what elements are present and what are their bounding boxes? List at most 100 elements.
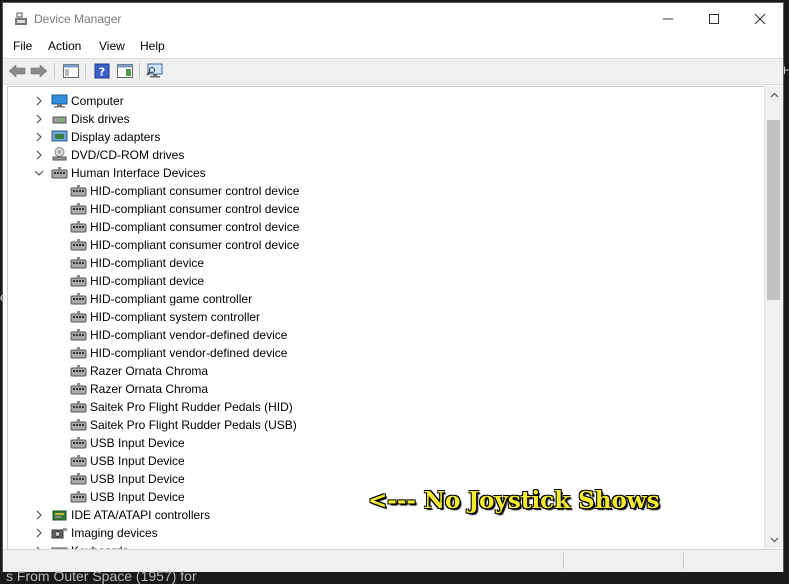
maximize-button[interactable] <box>691 3 737 35</box>
computer-icon <box>51 94 68 108</box>
tree-item-hid-device[interactable]: HID-compliant system controller <box>8 308 765 326</box>
hid-device-icon <box>70 400 87 414</box>
hid-device-icon <box>70 382 87 396</box>
chevron-down-icon[interactable] <box>34 168 44 178</box>
properties-view-icon <box>63 64 79 78</box>
minimize-icon <box>663 18 673 20</box>
scan-hardware-button[interactable] <box>145 62 165 80</box>
tree-item-display-adapters[interactable]: Display adapters <box>8 128 765 146</box>
chevron-down-icon <box>770 537 778 542</box>
tree-item-label: USB Input Device <box>90 436 185 450</box>
tree-item-hid-device[interactable]: USB Input Device <box>8 434 765 452</box>
scroll-down-button[interactable] <box>765 531 783 548</box>
tree-item-hid-device[interactable]: Saitek Pro Flight Rudder Pedals (USB) <box>8 416 765 434</box>
tree-item-hid-device[interactable]: HID-compliant game controller <box>8 290 765 308</box>
tree-item-dvd-drives[interactable]: DVD/CD-ROM drives <box>8 146 765 164</box>
tree-item-hid-device[interactable]: HID-compliant device <box>8 272 765 290</box>
toolbar: ? <box>3 58 783 85</box>
hid-device-icon <box>70 238 87 252</box>
forward-button[interactable] <box>29 62 49 80</box>
toolbar-separator <box>85 63 86 79</box>
chevron-right-icon[interactable] <box>34 150 44 160</box>
chevron-right-icon[interactable] <box>34 510 44 520</box>
tree-item-hid-device[interactable]: Razer Ornata Chroma <box>8 380 765 398</box>
tree-item-label: HID-compliant device <box>90 256 205 270</box>
tree-item-hid-device[interactable]: USB Input Device <box>8 452 765 470</box>
tree-item-hid-device[interactable]: HID-compliant vendor-defined device <box>8 326 765 344</box>
status-separator <box>563 553 564 569</box>
maximize-icon <box>709 14 719 24</box>
tree-item-imaging-devices[interactable]: Imaging devices <box>8 524 765 542</box>
tree-item-disk-drives[interactable]: Disk drives <box>8 110 765 128</box>
details-view-icon <box>117 64 133 78</box>
chevron-up-icon <box>770 92 778 97</box>
menu-bar: File Action View Help <box>3 35 783 57</box>
tree-item-human-interface-devices[interactable]: Human Interface Devices <box>8 164 765 182</box>
tree-item-label: Display adapters <box>71 130 161 144</box>
device-tree[interactable]: Computer Disk drives Display adapters DV… <box>7 86 765 550</box>
tree-item-label: DVD/CD-ROM drives <box>71 148 185 162</box>
vertical-scrollbar[interactable] <box>764 86 783 548</box>
tree-item-label: HID-compliant system controller <box>90 310 261 324</box>
tree-item-hid-device[interactable]: HID-compliant device <box>8 254 765 272</box>
tree-item-label: Disk drives <box>71 112 130 126</box>
scroll-up-button[interactable] <box>765 86 783 103</box>
menu-action[interactable]: Action <box>48 39 81 53</box>
chevron-right-icon[interactable] <box>34 96 44 106</box>
hid-device-icon <box>70 472 87 486</box>
hid-device-icon <box>70 256 87 270</box>
chevron-right-icon[interactable] <box>34 132 44 142</box>
svg-text:?: ? <box>99 66 105 79</box>
hid-device-icon <box>70 220 87 234</box>
tree-item-label: HID-compliant consumer control device <box>90 202 300 216</box>
hid-device-icon <box>70 418 87 432</box>
tree-item-computer[interactable]: Computer <box>8 92 765 110</box>
tree-item-label: HID-compliant vendor-defined device <box>90 346 288 360</box>
tree-item-label: Human Interface Devices <box>71 166 206 180</box>
tree-item-hid-device[interactable]: HID-compliant consumer control device <box>8 236 765 254</box>
scroll-thumb[interactable] <box>767 120 780 300</box>
tree-item-hid-device[interactable]: HID-compliant consumer control device <box>8 218 765 236</box>
tree-item-hid-device[interactable]: Razer Ornata Chroma <box>8 362 765 380</box>
device-manager-window: Device Manager File Action View Help ? C… <box>2 2 784 572</box>
chevron-right-icon[interactable] <box>34 528 44 538</box>
tree-item-label: HID-compliant consumer control device <box>90 238 300 252</box>
close-button[interactable] <box>737 3 783 35</box>
tree-item-label: Computer <box>71 94 124 108</box>
menu-help[interactable]: Help <box>140 39 165 53</box>
tree-item-hid-device[interactable]: Saitek Pro Flight Rudder Pedals (HID) <box>8 398 765 416</box>
tree-item-label: Razer Ornata Chroma <box>90 382 209 396</box>
show-hide-console-tree-button[interactable] <box>61 62 81 80</box>
tree-item-label: Saitek Pro Flight Rudder Pedals (USB) <box>90 418 297 432</box>
minimize-button[interactable] <box>645 3 691 35</box>
help-icon: ? <box>94 63 110 79</box>
title-bar[interactable]: Device Manager <box>3 3 783 35</box>
background-text-fragment: s From Outer Space (1957) for <box>6 568 197 584</box>
menu-file[interactable]: File <box>13 39 32 53</box>
display-adapter-icon <box>51 130 68 142</box>
hid-device-icon <box>70 454 87 468</box>
tree-item-hid-device[interactable]: HID-compliant vendor-defined device <box>8 344 765 362</box>
tree-item-hid-device[interactable]: USB Input Device <box>8 470 765 488</box>
details-view-button[interactable] <box>115 62 135 80</box>
tree-item-label: HID-compliant consumer control device <box>90 220 300 234</box>
annotation-no-joystick: <--- No Joystick Shows <box>368 487 660 514</box>
chevron-right-icon[interactable] <box>34 114 44 124</box>
tree-item-label: HID-compliant consumer control device <box>90 184 300 198</box>
hid-device-icon <box>70 346 87 360</box>
dvd-icon <box>52 147 67 161</box>
tree-item-hid-device[interactable]: HID-compliant consumer control device <box>8 200 765 218</box>
tree-item-label: HID-compliant vendor-defined device <box>90 328 288 342</box>
tree-item-label: Saitek Pro Flight Rudder Pedals (HID) <box>90 400 293 414</box>
background-text-fragment: H <box>783 65 789 77</box>
tree-item-hid-device[interactable]: HID-compliant consumer control device <box>8 182 765 200</box>
menu-view[interactable]: View <box>99 39 125 53</box>
help-button[interactable]: ? <box>92 62 112 80</box>
tree-item-label: HID-compliant device <box>90 274 205 288</box>
back-arrow-icon <box>8 64 26 78</box>
back-button[interactable] <box>7 62 27 80</box>
hid-icon <box>51 167 68 179</box>
tree-item-label: USB Input Device <box>90 490 185 504</box>
ide-icon <box>52 510 67 521</box>
tree-item-label: Imaging devices <box>71 526 158 540</box>
